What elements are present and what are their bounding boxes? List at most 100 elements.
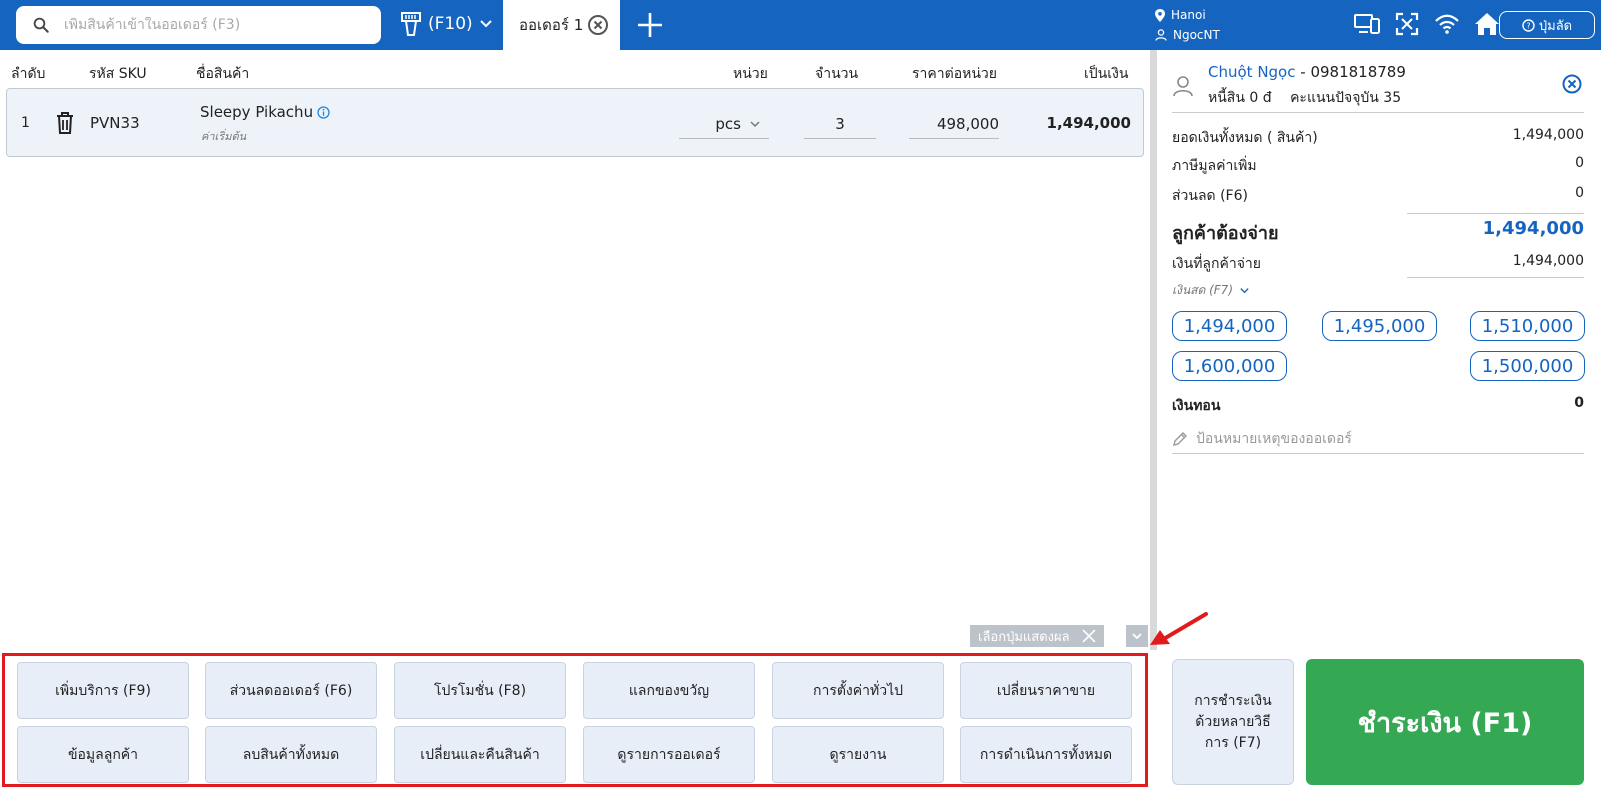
header-qty: จำนวน (815, 66, 859, 82)
product-search[interactable] (16, 6, 381, 44)
delete-all-button[interactable]: ลบสินค้าทั้งหมด (205, 726, 377, 783)
chip-label: เลือกปุ่มแสดงผล (978, 629, 1070, 645)
discount-value: 0 (1575, 185, 1584, 201)
row-product-name[interactable]: Sleepy Pikachu (200, 103, 330, 121)
amount-due-row: ลูกค้าต้องจ่าย 1,494,000 (1172, 218, 1584, 247)
panel-splitter[interactable] (1150, 50, 1157, 650)
pay-button[interactable]: ชำระเงิน (F1) (1306, 659, 1584, 785)
scanner-button[interactable]: (F10) (400, 11, 499, 37)
home-icon[interactable] (1473, 10, 1501, 38)
quick-amount-button[interactable]: 1,495,000 (1322, 311, 1437, 341)
general-settings-button[interactable]: การตั้งค่าทั่วไป (772, 662, 944, 719)
order-discount-button[interactable]: ส่วนลดออเดอร์ (F6) (205, 662, 377, 719)
change-value: 0 (1574, 395, 1584, 411)
add-tab-icon[interactable] (636, 11, 664, 39)
table-header: ลำดับ รหัส SKU ชื่อสินค้า หน่วย จำนวน รา… (0, 50, 1150, 88)
pencil-icon (1173, 431, 1187, 446)
wifi-icon[interactable] (1433, 10, 1461, 38)
vat-row: ภาษีมูลค่าเพิ่ม 0 (1172, 155, 1584, 177)
user-icon (1155, 29, 1167, 41)
amount-due-label: ลูกค้าต้องจ่าย (1172, 223, 1279, 244)
customer-phone: - 0981818789 (1300, 63, 1406, 81)
multi-payment-button[interactable]: การชำระเงินด้วยหลายวิธีการ (F7) (1172, 659, 1294, 785)
quick-amount-button[interactable]: 1,500,000 (1470, 351, 1585, 381)
paid-label: เงินที่ลูกค้าจ่าย (1172, 256, 1261, 272)
shortcut-label: ปุ่มลัด (1538, 18, 1573, 34)
quick-amount-button[interactable]: 1,494,000 (1172, 311, 1287, 341)
devices-icon[interactable] (1353, 10, 1381, 38)
discount-row[interactable]: ส่วนลด (F6) 0 (1172, 185, 1584, 207)
display-select-chip[interactable]: เลือกปุ่มแสดงผล (970, 625, 1104, 647)
product-name-text: Sleepy Pikachu (200, 103, 314, 121)
order-note-field[interactable]: ป้อนหมายเหตุของออเดอร์ (1172, 424, 1584, 454)
help-icon: ? (1522, 18, 1535, 32)
tab-order-1[interactable]: ออเดอร์ 1 (503, 0, 620, 50)
subtotal-row: ยอดเงินทั้งหมด ( สินค้า) 1,494,000 (1172, 127, 1584, 149)
all-actions-button[interactable]: การดำเนินการทั้งหมด (960, 726, 1132, 783)
exchange-return-button[interactable]: เปลี่ยนและคืนสินค้า (394, 726, 566, 783)
close-icon[interactable] (1082, 629, 1096, 643)
vat-label: ภาษีมูลค่าเพิ่ม (1172, 158, 1257, 174)
quick-amount-button[interactable]: 1,510,000 (1470, 311, 1585, 341)
customer-info-button[interactable]: ข้อมูลลูกค้า (17, 726, 189, 783)
shortcut-button[interactable]: ? ปุ่มลัด (1499, 11, 1595, 39)
location-info: Hanoi NgocNT (1155, 5, 1220, 45)
quick-amount-button[interactable]: 1,600,000 (1172, 351, 1287, 381)
add-service-button[interactable]: เพิ่มบริการ (F9) (17, 662, 189, 719)
avatar-icon (1173, 76, 1193, 97)
change-price-button[interactable]: เปลี่ยนราคาขาย (960, 662, 1132, 719)
paid-input[interactable]: 1,494,000 (1513, 253, 1584, 275)
row-sku: PVN33 (90, 114, 140, 132)
subtotal-value: 1,494,000 (1512, 127, 1584, 143)
top-bar: (F10) ออเดอร์ 1 Hanoi NgocNT ? ปุ่มลัด (0, 0, 1601, 50)
customer-name[interactable]: Chuột Ngọc (1208, 63, 1295, 81)
price-value: 498,000 (936, 114, 999, 133)
header-idx: ลำดับ (11, 66, 46, 82)
header-sku: รหัส SKU (89, 66, 147, 82)
quantity-input[interactable]: 3 (804, 109, 876, 139)
vat-value: 0 (1575, 155, 1584, 171)
change-row: เงินทอน 0 (1172, 395, 1584, 417)
location-name: Hanoi (1171, 8, 1206, 22)
view-orders-button[interactable]: ดูรายการออเดอร์ (583, 726, 755, 783)
paid-row: เงินที่ลูกค้าจ่าย 1,494,000 (1172, 253, 1584, 275)
remove-customer-icon[interactable] (1562, 74, 1582, 94)
quantity-value: 3 (835, 114, 845, 133)
payment-method-select[interactable]: เงินสด (F7) (1172, 281, 1250, 300)
header-price: ราคาต่อหน่วย (912, 66, 997, 82)
redeem-gift-button[interactable]: แลกของขวัญ (583, 662, 755, 719)
promotion-button[interactable]: โปรโมชั่น (F8) (394, 662, 566, 719)
fullscreen-icon[interactable] (1393, 10, 1421, 38)
price-input[interactable]: 498,000 (909, 109, 999, 139)
payment-method-label: เงินสด (F7) (1172, 283, 1233, 297)
subtotal-label: ยอดเงินทั้งหมด ( สินค้า) (1172, 130, 1318, 146)
table-row[interactable]: 1 PVN33 Sleepy Pikachu ค่าเริ่มต้น pcs 3… (6, 88, 1144, 157)
customer-points: คะแนนปัจจุบัน 35 (1290, 90, 1402, 106)
chevron-down-icon (750, 120, 760, 127)
tab-label: ออเดอร์ 1 (519, 16, 584, 34)
header-name: ชื่อสินค้า (196, 66, 250, 82)
order-note-placeholder: ป้อนหมายเหตุของออเดอร์ (1196, 430, 1352, 447)
customer-name-line: Chuột Ngọc - 0981818789 (1208, 63, 1406, 81)
customer-card[interactable]: Chuột Ngọc - 0981818789 หนี้สิน 0 đ คะแน… (1172, 61, 1584, 113)
close-tab-icon[interactable] (587, 14, 609, 36)
location-pin-icon (1155, 8, 1165, 22)
row-variant: ค่าเริ่มต้น (201, 130, 247, 143)
customer-meta: หนี้สิน 0 đ คะแนนปัจจุบัน 35 (1208, 87, 1401, 109)
unit-select[interactable]: pcs (679, 109, 769, 139)
collapse-toggle[interactable] (1126, 625, 1148, 647)
view-report-button[interactable]: ดูรายงาน (772, 726, 944, 783)
divider (1407, 213, 1584, 214)
header-unit: หน่วย (733, 66, 768, 82)
discount-label: ส่วนลด (F6) (1172, 188, 1248, 204)
row-index: 1 (21, 115, 30, 131)
checkout-panel: Chuột Ngọc - 0981818789 หนี้สิน 0 đ คะแน… (1157, 50, 1601, 789)
info-icon[interactable] (317, 105, 330, 119)
change-label: เงินทอน (1172, 398, 1221, 414)
search-input[interactable] (64, 17, 354, 33)
trash-icon[interactable] (55, 111, 75, 135)
chevron-down-icon (1132, 633, 1142, 640)
divider (1407, 277, 1584, 278)
chevron-down-icon (1240, 288, 1249, 294)
row-total: 1,494,000 (1046, 114, 1131, 132)
